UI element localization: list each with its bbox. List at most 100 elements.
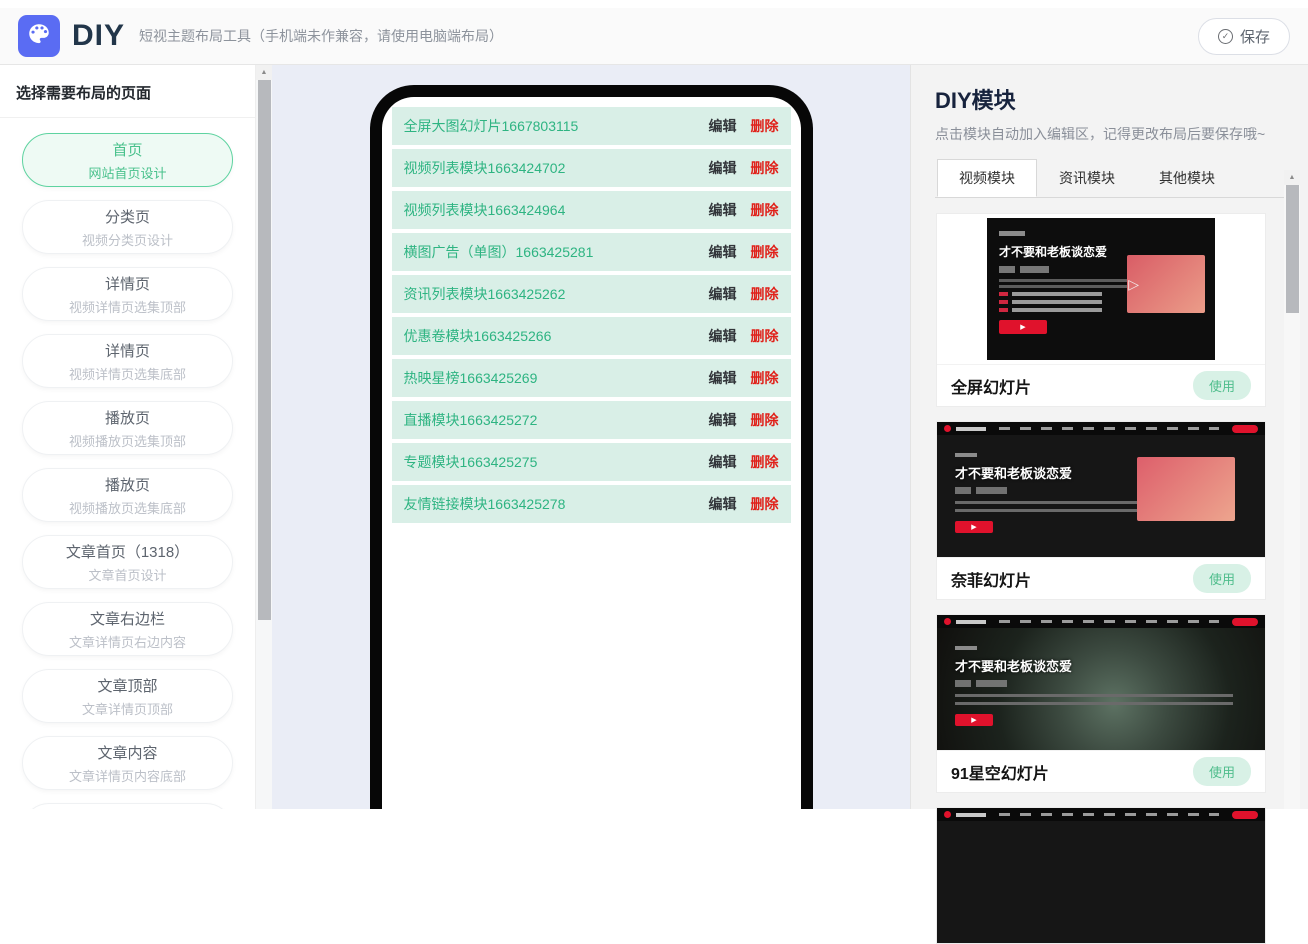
page-desc: 视频详情页选集底部 (68, 366, 186, 382)
preview-navbar (937, 615, 1265, 628)
preview-title: 才不要和老板谈恋爱 (955, 659, 1073, 674)
save-button[interactable]: ✓ 保存 (1197, 17, 1290, 55)
edit-button[interactable]: 编辑 (709, 200, 737, 220)
sidebar-item-article-top[interactable]: 文章顶部 文章详情页顶部 (22, 669, 233, 723)
sidebar-item-detail-top[interactable]: 详情页 视频详情页选集顶部 (22, 267, 233, 321)
module-row: 热映星榜1663425269 编辑 删除 (391, 359, 791, 397)
rank-line (999, 292, 1131, 296)
sidebar-item-play-top[interactable]: 播放页 视频播放页选集顶部 (22, 401, 233, 455)
sidebar-item-article-right[interactable]: 文章右边栏 文章详情页右边内容 (22, 602, 233, 656)
module-card-fullscreen-slide[interactable]: 才不要和老板谈恋爱 ▶ ▷ 全屏幻灯片 使用 (936, 213, 1266, 407)
page-label: 文章右边栏 (89, 610, 165, 628)
top-strip (0, 0, 1308, 8)
module-name[interactable]: 专题模块1663425275 (404, 452, 709, 472)
module-name[interactable]: 资讯列表模块1663425262 (404, 284, 709, 304)
module-name[interactable]: 视频列表模块1663424702 (404, 158, 709, 178)
edit-button[interactable]: 编辑 (709, 116, 737, 136)
edit-button[interactable]: 编辑 (709, 242, 737, 262)
delete-button[interactable]: 删除 (751, 116, 779, 136)
sidebar-item-play-bottom[interactable]: 播放页 视频播放页选集底部 (22, 468, 233, 522)
card-footer: 91星空幻灯片 使用 (937, 750, 1265, 792)
preview-body (937, 821, 1265, 943)
module-card-netflix-slide[interactable]: 才不要和老板谈恋爱 ▶ 奈菲幻灯片 使用 (936, 421, 1266, 600)
tab-news-modules[interactable]: 资讯模块 (1037, 159, 1137, 197)
play-now-button: ▶ (999, 320, 1047, 334)
page-desc: 文章详情页右边内容 (68, 634, 186, 650)
edit-button[interactable]: 编辑 (709, 158, 737, 178)
play-now-button: ▶ (955, 521, 993, 533)
scroll-up-arrow-icon[interactable]: ▲ (256, 65, 272, 80)
use-button[interactable]: 使用 (1192, 371, 1251, 400)
tag-chips-placeholder (955, 680, 1013, 687)
sidebar-item-category[interactable]: 分类页 视频分类页设计 (22, 200, 233, 254)
rank-line (999, 300, 1131, 304)
sidebar-item-detail-bottom[interactable]: 详情页 视频详情页选集底部 (22, 334, 233, 388)
module-name[interactable]: 直播模块1663425272 (404, 410, 709, 430)
edit-button[interactable]: 编辑 (709, 326, 737, 346)
module-name[interactable]: 热映星榜1663425269 (404, 368, 709, 388)
logo-placeholder (956, 619, 986, 624)
panel-title: DIY模块 (935, 88, 1016, 113)
edit-button[interactable]: 编辑 (709, 284, 737, 304)
delete-button[interactable]: 删除 (751, 494, 779, 514)
module-name[interactable]: 友情链接模块1663425278 (404, 494, 709, 514)
menu-placeholder (999, 427, 1219, 430)
page-label: 播放页 (104, 476, 150, 494)
delete-button[interactable]: 删除 (751, 452, 779, 472)
panel-scrollbar[interactable]: ▲ (1284, 170, 1300, 809)
page-label: 首页 (112, 141, 143, 159)
card-preview: 才不要和老板谈恋爱 ▶ ▷ (937, 214, 1265, 364)
module-card-star-slide[interactable]: 才不要和老板谈恋爱 ▶ 91星空幻灯片 使用 (936, 614, 1266, 793)
edit-button[interactable]: 编辑 (709, 410, 737, 430)
module-name[interactable]: 视频列表模块1663424964 (404, 200, 709, 220)
tag-chips-placeholder (955, 487, 1013, 494)
delete-button[interactable]: 删除 (751, 284, 779, 304)
phone-mockup: 全屏大图幻灯片1667803115 编辑 删除 视频列表模块1663424702… (369, 85, 813, 809)
page-label: 文章内容 (97, 744, 158, 762)
module-card-partial[interactable] (936, 807, 1266, 944)
module-row: 视频列表模块1663424702 编辑 删除 (391, 149, 791, 187)
tab-video-modules[interactable]: 视频模块 (937, 159, 1037, 197)
preview-body: 才不要和老板谈恋爱 ▶ (937, 628, 1265, 750)
scrollbar-thumb[interactable] (258, 80, 271, 620)
page-label: 文章顶部 (97, 677, 158, 695)
tab-other-modules[interactable]: 其他模块 (1137, 159, 1237, 197)
module-row: 横图广告（单图）1663425281 编辑 删除 (391, 233, 791, 271)
text-placeholder (955, 453, 977, 457)
edit-button[interactable]: 编辑 (709, 494, 737, 514)
scrollbar-thumb[interactable] (1285, 185, 1299, 313)
delete-button[interactable]: 删除 (751, 242, 779, 262)
card-preview (937, 808, 1265, 943)
rank-line (999, 308, 1131, 312)
brand-title: DIY (72, 19, 126, 52)
scroll-up-arrow-icon[interactable]: ▲ (1284, 170, 1300, 185)
module-row: 优惠卷模块1663425266 编辑 删除 (391, 317, 791, 355)
page-desc: 视频播放页选集底部 (68, 500, 186, 516)
page-desc: 文章详情页顶部 (81, 701, 173, 717)
use-button[interactable]: 使用 (1192, 564, 1251, 593)
sidebar-item-article-content[interactable]: 文章内容 文章详情页内容底部 (22, 736, 233, 790)
sidebar-item-article-home[interactable]: 文章首页（1318） 文章首页设计 (22, 535, 233, 589)
module-name[interactable]: 全屏大图幻灯片1667803115 (404, 116, 709, 136)
edit-button[interactable]: 编辑 (709, 452, 737, 472)
page-label: 详情页 (104, 342, 150, 360)
delete-button[interactable]: 删除 (751, 200, 779, 220)
tag-chips-placeholder (999, 266, 1055, 273)
sidebar-item-diy1[interactable]: DIY1 (22, 803, 233, 809)
edit-button[interactable]: 编辑 (709, 368, 737, 388)
delete-button[interactable]: 删除 (751, 326, 779, 346)
slide-thumbnail: 才不要和老板谈恋爱 ▶ ▷ (987, 218, 1215, 360)
preview-navbar (937, 422, 1265, 435)
sidebar-item-home[interactable]: 首页 网站首页设计 (22, 133, 233, 187)
card-preview: 才不要和老板谈恋爱 ▶ (937, 615, 1265, 750)
delete-button[interactable]: 删除 (751, 410, 779, 430)
delete-button[interactable]: 删除 (751, 368, 779, 388)
delete-button[interactable]: 删除 (751, 158, 779, 178)
module-name[interactable]: 优惠卷模块1663425266 (404, 326, 709, 346)
sidebar-scrollbar[interactable]: ▲ (255, 65, 272, 809)
app-logo (18, 15, 60, 57)
page-desc: 视频详情页选集顶部 (68, 299, 186, 315)
page-desc: 视频分类页设计 (81, 232, 173, 248)
module-name[interactable]: 横图广告（单图）1663425281 (404, 242, 709, 262)
use-button[interactable]: 使用 (1192, 757, 1251, 786)
